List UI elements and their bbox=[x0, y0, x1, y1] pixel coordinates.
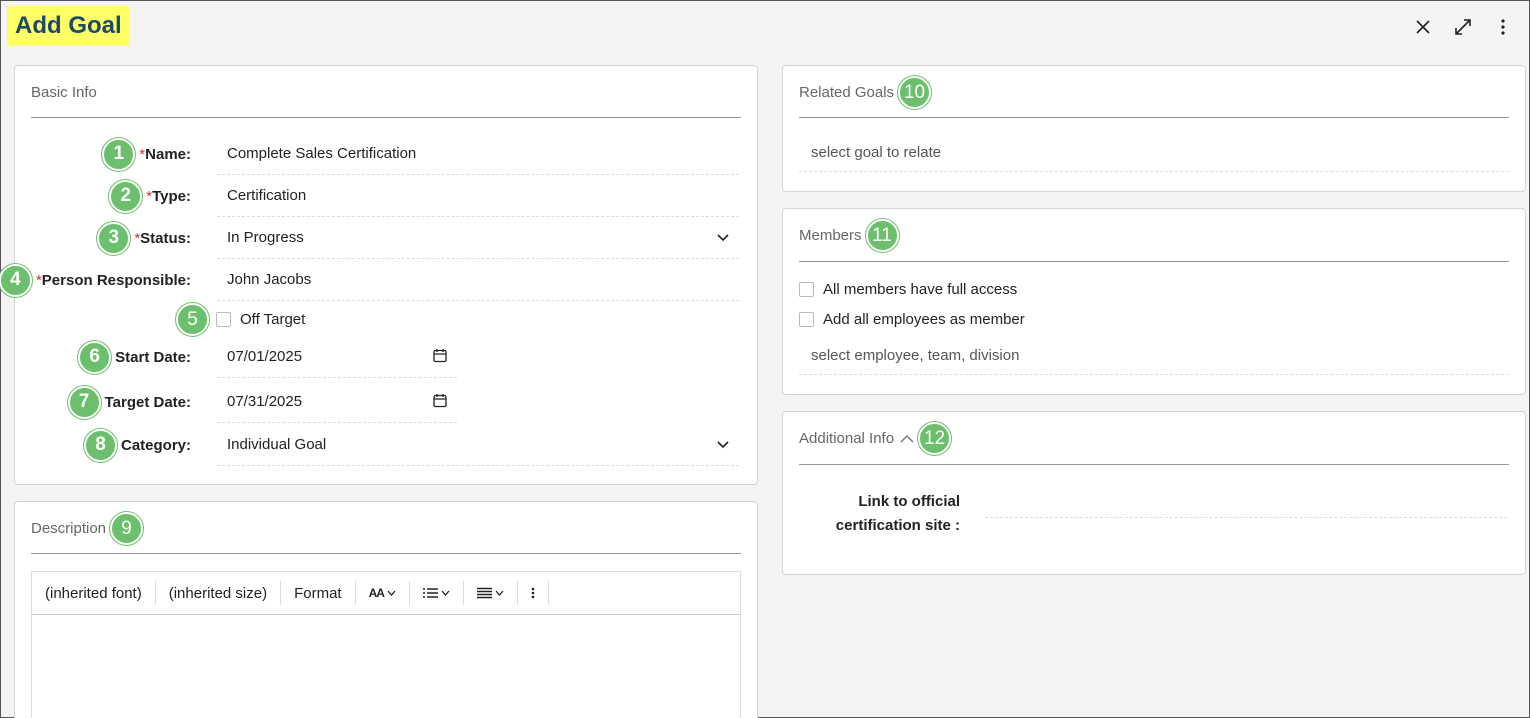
text-size-dropdown[interactable]: AA bbox=[356, 581, 410, 605]
divider bbox=[799, 261, 1509, 262]
target-date-row: 7 Target Date: 07/31/2025 bbox=[15, 381, 757, 423]
font-size-dropdown[interactable]: (inherited size) bbox=[156, 581, 282, 605]
header-actions bbox=[1411, 15, 1515, 39]
chevron-down-icon bbox=[441, 590, 450, 596]
start-date-label: 6 Start Date: bbox=[78, 336, 191, 378]
related-goals-title: Related Goals 10 bbox=[799, 76, 932, 109]
description-card: Description 9 (inherited font) (inherite… bbox=[14, 501, 758, 718]
name-row: 1 *Name: Complete Sales Certification bbox=[15, 133, 757, 175]
text-size-icon: AA bbox=[368, 586, 385, 600]
related-goals-card: Related Goals 10 select goal to relate bbox=[782, 65, 1526, 192]
divider bbox=[31, 553, 741, 554]
font-family-dropdown[interactable]: (inherited font) bbox=[32, 581, 156, 605]
badge-7: 7 bbox=[67, 385, 101, 419]
category-label: 8 Category: bbox=[83, 424, 191, 466]
basic-info-title: Basic Info bbox=[31, 84, 97, 101]
editor-toolbar: (inherited font) (inherited size) Format… bbox=[31, 571, 741, 615]
member-select-input[interactable]: select employee, team, division bbox=[799, 337, 1509, 375]
basic-info-card: Basic Info 1 *Name: Complete Sales Certi… bbox=[0, 65, 758, 485]
badge-4: 4 bbox=[0, 263, 32, 297]
badge-8: 8 bbox=[83, 428, 117, 462]
more-vertical-icon[interactable] bbox=[1491, 15, 1515, 39]
badge-6: 6 bbox=[78, 340, 112, 374]
start-date-row: 6 Start Date: 07/01/2025 bbox=[15, 336, 757, 378]
chevron-up-icon bbox=[900, 435, 914, 443]
person-responsible-field[interactable]: John Jacobs bbox=[217, 259, 739, 301]
status-select[interactable]: In Progress bbox=[217, 217, 739, 259]
all-employees-checkbox[interactable] bbox=[799, 312, 814, 327]
name-label: 1 *Name: bbox=[102, 133, 191, 175]
person-responsible-row: 4 *Person Responsible: John Jacobs bbox=[0, 259, 757, 301]
category-select[interactable]: Individual Goal bbox=[217, 424, 739, 466]
name-field[interactable]: Complete Sales Certification bbox=[217, 133, 739, 175]
expand-icon[interactable] bbox=[1451, 15, 1475, 39]
off-target-label: Off Target bbox=[240, 311, 306, 328]
related-goal-input[interactable]: select goal to relate bbox=[799, 134, 1509, 172]
calendar-icon[interactable] bbox=[433, 348, 447, 367]
badge-2: 2 bbox=[109, 179, 143, 213]
list-icon bbox=[422, 588, 438, 598]
full-access-label: All members have full access bbox=[823, 281, 1018, 298]
divider bbox=[31, 117, 741, 118]
off-target-row: 5 Off Target bbox=[15, 301, 757, 337]
members-title: Members 11 bbox=[799, 219, 899, 252]
badge-9: 9 bbox=[110, 512, 144, 545]
align-dropdown[interactable] bbox=[464, 581, 518, 605]
full-access-option: All members have full access bbox=[799, 281, 1017, 298]
additional-info-card: Additional Info 12 Link to official cert… bbox=[782, 411, 1526, 575]
close-icon[interactable] bbox=[1411, 15, 1435, 39]
chevron-down-icon bbox=[717, 436, 729, 453]
badge-3: 3 bbox=[97, 221, 131, 255]
more-options-button[interactable] bbox=[518, 581, 549, 605]
badge-1: 1 bbox=[102, 137, 136, 171]
official-link-field[interactable] bbox=[985, 496, 1507, 518]
more-vertical-icon bbox=[531, 587, 535, 599]
chevron-down-icon bbox=[717, 229, 729, 246]
type-field[interactable]: Certification bbox=[217, 175, 739, 217]
calendar-icon[interactable] bbox=[433, 393, 447, 412]
badge-11: 11 bbox=[865, 219, 899, 252]
format-dropdown[interactable]: Format bbox=[281, 581, 356, 605]
divider bbox=[799, 464, 1509, 465]
start-date-field[interactable]: 07/01/2025 bbox=[217, 336, 457, 378]
description-title: Description 9 bbox=[31, 512, 144, 545]
divider bbox=[799, 117, 1509, 118]
additional-info-title[interactable]: Additional Info 12 bbox=[799, 422, 952, 455]
official-link-label: Link to official certification site : bbox=[835, 493, 960, 534]
off-target-control: 5 Off Target bbox=[176, 303, 305, 336]
type-row: 2 *Type: Certification bbox=[15, 175, 757, 217]
status-row: 3 *Status: In Progress bbox=[15, 217, 757, 259]
status-label: 3 *Status: bbox=[97, 217, 191, 259]
off-target-checkbox[interactable] bbox=[216, 312, 231, 327]
target-date-label: 7 Target Date: bbox=[67, 381, 191, 423]
all-employees-label: Add all employees as member bbox=[823, 311, 1025, 328]
person-responsible-label: 4 *Person Responsible: bbox=[0, 259, 191, 301]
type-label: 2 *Type: bbox=[109, 175, 191, 217]
chevron-down-icon bbox=[495, 590, 504, 596]
badge-5: 5 bbox=[176, 303, 209, 336]
list-dropdown[interactable] bbox=[410, 581, 464, 605]
badge-12: 12 bbox=[918, 422, 952, 455]
page-title: Add Goal bbox=[7, 6, 130, 46]
members-card: Members 11 All members have full access … bbox=[782, 208, 1526, 395]
full-access-checkbox[interactable] bbox=[799, 282, 814, 297]
align-icon bbox=[476, 587, 492, 599]
all-employees-option: Add all employees as member bbox=[799, 311, 1025, 328]
category-row: 8 Category: Individual Goal bbox=[15, 424, 757, 466]
chevron-down-icon bbox=[387, 590, 396, 596]
badge-10: 10 bbox=[898, 76, 932, 109]
target-date-field[interactable]: 07/31/2025 bbox=[217, 381, 457, 423]
description-editor[interactable] bbox=[31, 615, 741, 718]
